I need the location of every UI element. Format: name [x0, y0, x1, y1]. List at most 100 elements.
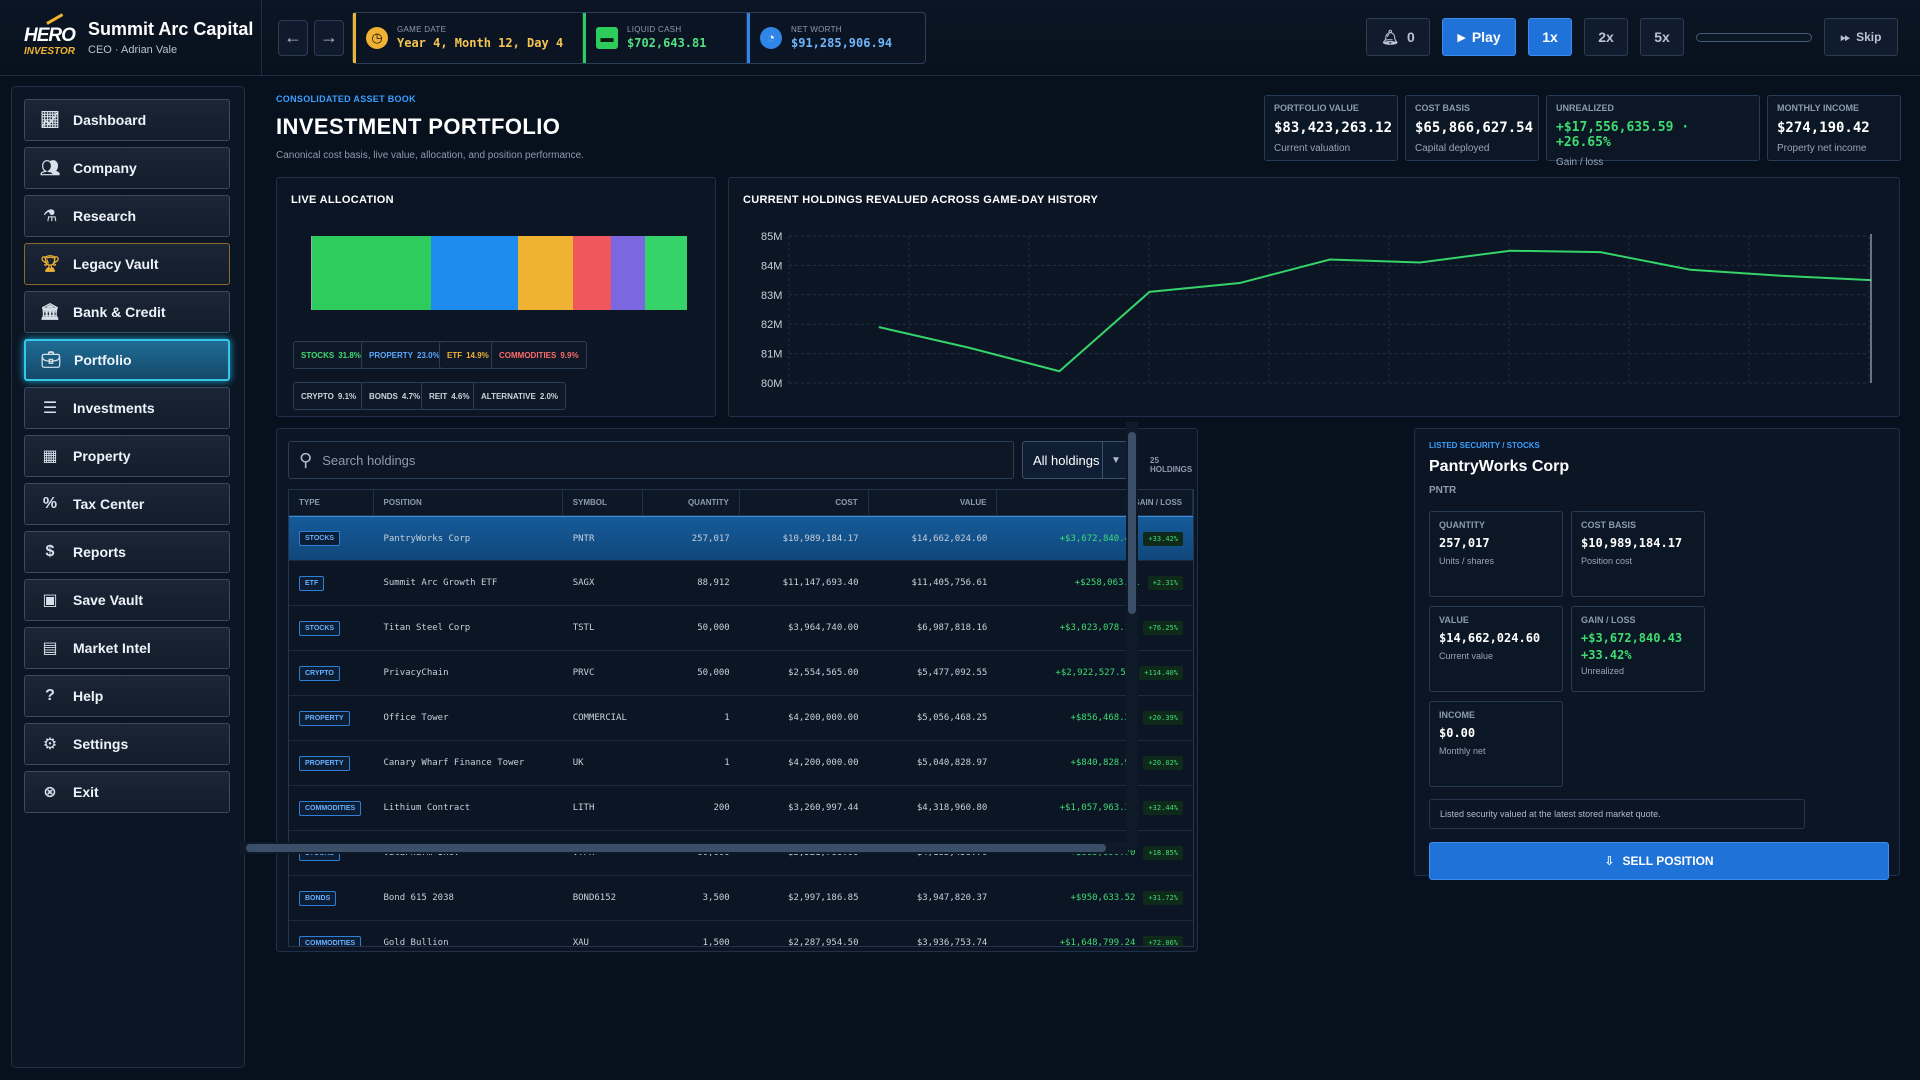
gain-value: +$1,057,963.36: [1059, 803, 1136, 813]
cell-qty: 1: [724, 758, 730, 768]
table-row[interactable]: ETF Summit Arc Growth ETF SAGX 88,912 $11,14…: [289, 561, 1193, 606]
cell-qty: 200: [713, 803, 730, 813]
cell-qty: 1,500: [702, 938, 730, 947]
cell-gain: +$840,828.97 +20.02%: [997, 741, 1193, 785]
type-badge: STOCKS: [299, 531, 341, 546]
building-icon: ▦: [42, 448, 58, 465]
column-header-value[interactable]: VALUE: [869, 490, 998, 515]
detail-value: VALUE $14,662,024.60 Current value: [1429, 606, 1563, 692]
allocation-segment-property: [431, 236, 518, 310]
sidebar-item-investments[interactable]: ☰ Investments: [24, 387, 230, 429]
sidebar-item-company[interactable]: 👥︎ Company: [24, 147, 230, 189]
sidebar-item-label: Dashboard: [73, 112, 147, 128]
y-tick-label: 81M: [761, 349, 782, 361]
cell-cost: $3,260,997.44: [788, 803, 859, 813]
cash-icon: ▬: [596, 26, 618, 49]
column-header-cost[interactable]: COST: [740, 490, 869, 515]
table-vertical-scrollbar[interactable]: [1126, 422, 1138, 850]
sidebar-item-portfolio[interactable]: 💼︎ Portfolio: [24, 339, 230, 381]
speed-5x-button[interactable]: 5x: [1640, 18, 1684, 56]
column-header-symbol[interactable]: SYMBOL: [563, 490, 644, 515]
y-tick-label: 82M: [761, 319, 782, 331]
allocation-chip-crypto[interactable]: CRYPTO 9.1%: [293, 382, 365, 410]
table-row[interactable]: STOCKS PantryWorks Corp PNTR 257,017 $10,989…: [289, 516, 1193, 561]
gain-value: +$3,672,840.43: [1059, 533, 1136, 544]
speed-1x-button[interactable]: 1x: [1528, 18, 1572, 56]
gain-percent-badge: +72.06%: [1143, 936, 1183, 946]
search-input[interactable]: ⚲ Search holdings: [288, 441, 1014, 479]
column-header-position[interactable]: POSITION: [374, 490, 563, 515]
cell-position: PantryWorks Corp: [383, 533, 471, 544]
holdings-panel: ⚲ Search holdings All holdings ▼ 25 HOLD…: [276, 428, 1198, 952]
close-circle-icon: ⊗: [43, 784, 57, 801]
kpi-cost-basis: COST BASIS $65,866,627.54 Capital deployed: [1405, 95, 1539, 161]
position-detail-panel: LISTED SECURITY / STOCKS PantryWorks Cor…: [1414, 428, 1900, 880]
table-row[interactable]: PROPERTY Office Tower COMMERCIAL 1 $4,200,00…: [289, 696, 1193, 741]
sidebar-item-reports[interactable]: $ Reports: [24, 531, 230, 573]
sidebar-item-legacy-vault[interactable]: 🏆︎ Legacy Vault: [24, 243, 230, 285]
sidebar-item-help[interactable]: ? Help: [24, 675, 230, 717]
brand: HERO INVESTOR Summit Arc Capital CEO · A…: [0, 0, 262, 75]
forward-button[interactable]: →: [314, 19, 344, 56]
sell-position-button[interactable]: ⇩ SELL POSITION: [1429, 842, 1889, 880]
allocation-chip-alternative[interactable]: ALTERNATIVE 2.0%: [473, 382, 567, 410]
column-header-quantity[interactable]: QUANTITY: [643, 490, 740, 515]
table-row[interactable]: STOCKS Titan Steel Corp TSTL 50,000 $3,964,7…: [289, 606, 1193, 651]
detail-breadcrumb: LISTED SECURITY / STOCKS: [1429, 441, 1540, 450]
sidebar-item-settings[interactable]: ⚙ Settings: [24, 723, 230, 765]
table-row[interactable]: CRYPTO PrivacyChain PRVC 50,000 $2,554,565.0…: [289, 651, 1193, 696]
table-row[interactable]: BONDS Bond 615 2038 BOND6152 3,500 $2,997,18…: [289, 876, 1193, 921]
allocation-chip-reit[interactable]: REIT 4.6%: [421, 382, 478, 410]
gain-percent-badge: +114.40%: [1139, 666, 1183, 680]
flask-icon: ⚗: [42, 208, 58, 225]
y-tick-label: 83M: [761, 290, 782, 302]
allocation-chip-etf[interactable]: ETF 14.9%: [439, 341, 497, 369]
detail-note: Listed security valued at the latest sto…: [1429, 799, 1805, 829]
allocation-title: LIVE ALLOCATION: [291, 194, 394, 206]
notifications-button[interactable]: 🔔︎ 0: [1366, 18, 1430, 56]
arrow-left-icon: ←: [284, 27, 302, 47]
sidebar-item-research[interactable]: ⚗ Research: [24, 195, 230, 237]
table-horizontal-scrollbar[interactable]: [240, 842, 1128, 854]
cell-value: $3,947,820.37: [916, 893, 988, 903]
cell-position: Titan Steel Corp: [383, 623, 471, 633]
sidebar-item-bank-credit[interactable]: 🏛︎ Bank & Credit: [24, 291, 230, 333]
data-point: [1780, 275, 1782, 277]
cell-position: Canary Wharf Finance Tower: [383, 758, 525, 768]
cell-gain: +$2,922,527.55 +114.40%: [997, 651, 1193, 695]
cell-qty: 88,912: [697, 578, 730, 588]
cell-gain: +$1,648,799.24 +72.06%: [997, 921, 1193, 946]
cell-value: $5,040,828.97: [916, 758, 988, 768]
sidebar-item-market-intel[interactable]: ▤ Market Intel: [24, 627, 230, 669]
allocation-chip-bonds[interactable]: BONDS 4.7%: [361, 382, 429, 410]
y-tick-label: 80M: [761, 378, 782, 390]
company-name: Summit Arc Capital: [88, 19, 254, 39]
sidebar: 📈︎ Dashboard 👥︎ Company ⚗ Research 🏆︎ Legacy Va…: [11, 86, 245, 1068]
bank-icon: 🏛︎: [39, 304, 61, 321]
allocation-chip-property[interactable]: PROPERTY 23.0%: [361, 341, 448, 369]
column-header-type[interactable]: TYPE: [289, 490, 374, 515]
sidebar-item-dashboard[interactable]: 📈︎ Dashboard: [24, 99, 230, 141]
allocation-chip-stocks[interactable]: STOCKS 31.8%: [293, 341, 369, 369]
sidebar-item-property[interactable]: ▦ Property: [24, 435, 230, 477]
allocation-chip-commodities[interactable]: COMMODITIES 9.9%: [491, 341, 587, 369]
table-row[interactable]: COMMODITIES Gold Bullion XAU 1,500 $2,287,95…: [289, 921, 1193, 947]
play-button[interactable]: ▶ Play: [1442, 18, 1516, 56]
table-row[interactable]: PROPERTY Canary Wharf Finance Tower UK 1 $4,…: [289, 741, 1193, 786]
sidebar-item-save-vault[interactable]: ▣ Save Vault: [24, 579, 230, 621]
briefcase-icon: 💼︎: [40, 352, 62, 369]
skip-button[interactable]: ⏩︎ Skip: [1824, 18, 1898, 56]
sidebar-item-label: Settings: [73, 736, 129, 752]
sidebar-item-tax-center[interactable]: % Tax Center: [24, 483, 230, 525]
back-button[interactable]: ←: [278, 19, 308, 56]
day-progress-bar: [1696, 32, 1812, 42]
sidebar-item-exit[interactable]: ⊗ Exit: [24, 771, 230, 813]
cell-gain: +$856,468.25 +20.39%: [997, 696, 1193, 740]
table-row[interactable]: COMMODITIES Lithium Contract LITH 200 $3,260…: [289, 786, 1193, 831]
sidebar-item-label: Exit: [73, 784, 99, 800]
speed-2x-button[interactable]: 2x: [1584, 18, 1628, 56]
sell-icon: ⇩: [1604, 854, 1615, 868]
holdings-filter-select[interactable]: All holdings ▼: [1022, 441, 1130, 479]
game-date-stat: ◷ GAME DATE Year 4, Month 12, Day 4: [353, 12, 583, 63]
column-header-gain-loss[interactable]: GAIN / LOSS: [997, 490, 1193, 515]
